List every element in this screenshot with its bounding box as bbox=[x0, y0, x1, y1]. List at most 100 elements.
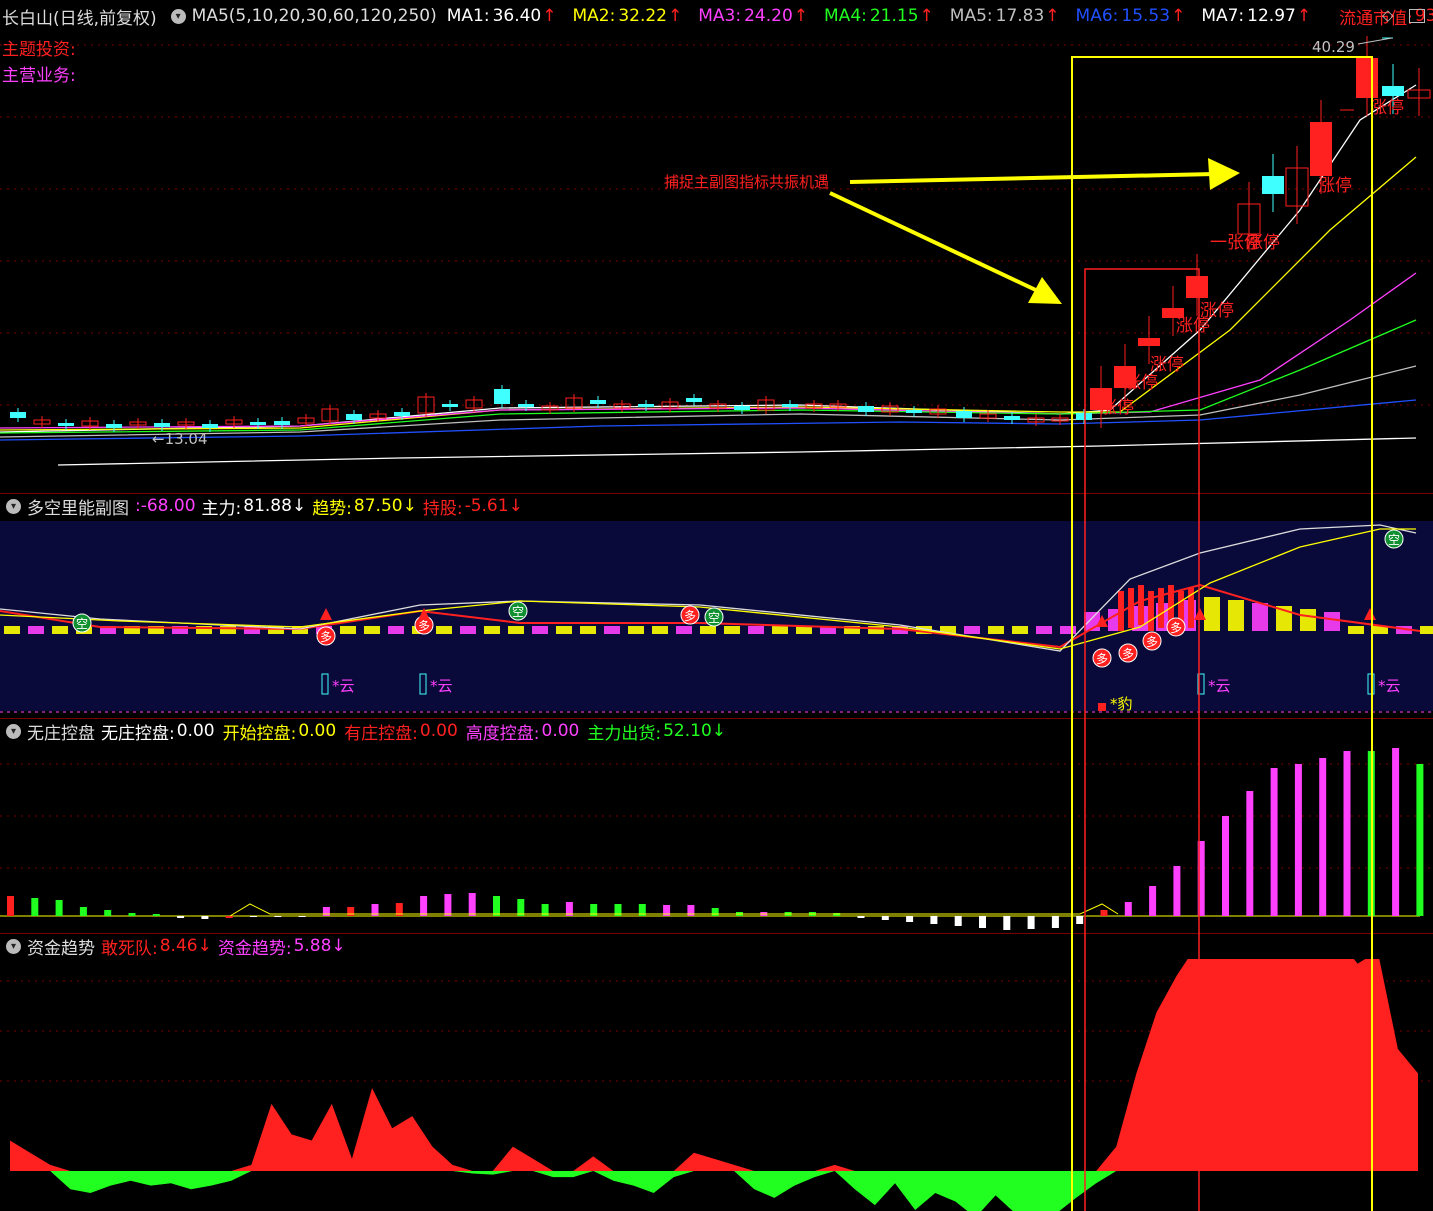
cloud-label: *云 bbox=[1378, 677, 1401, 695]
candle-body bbox=[154, 423, 170, 427]
candle-body bbox=[956, 411, 972, 418]
bar bbox=[930, 916, 938, 924]
bar bbox=[954, 916, 962, 926]
candle-body bbox=[346, 414, 362, 420]
energy-block bbox=[436, 626, 452, 634]
candle-body bbox=[1310, 122, 1332, 176]
energy-block bbox=[1060, 626, 1076, 634]
bar bbox=[1124, 902, 1132, 916]
low-price-label: ←13.04 bbox=[152, 430, 208, 448]
sub1-hold-value: -5.61↓ bbox=[464, 496, 523, 516]
candle-body bbox=[590, 400, 606, 404]
energy-block bbox=[364, 626, 380, 634]
bar bbox=[1343, 751, 1351, 916]
energy-block bbox=[1012, 626, 1028, 634]
bar bbox=[104, 910, 112, 916]
duo-label: 多 bbox=[1122, 647, 1134, 661]
limit-up-label: 涨停 bbox=[1246, 233, 1280, 253]
bar bbox=[322, 907, 330, 916]
bar bbox=[225, 916, 233, 918]
bar bbox=[1246, 791, 1254, 916]
sub2-toggle-icon[interactable]: ▾ bbox=[6, 723, 21, 739]
sub2-bar-chart[interactable] bbox=[0, 744, 1433, 934]
energy-block bbox=[1420, 626, 1433, 634]
energy-block bbox=[580, 626, 596, 634]
limit-up-label: 涨停 bbox=[1318, 176, 1352, 196]
annotation-text: 捕捉主副图指标共振机遇 bbox=[664, 173, 829, 191]
bar bbox=[881, 916, 889, 920]
sub3-fund-label: 资金趋势: bbox=[217, 938, 292, 959]
duo-label: 多 bbox=[1170, 621, 1182, 635]
candle-body bbox=[494, 389, 510, 404]
candle-body bbox=[1356, 58, 1378, 98]
bar bbox=[250, 916, 257, 917]
sub3-title[interactable]: 资金趋势 bbox=[27, 934, 95, 959]
bar bbox=[347, 907, 355, 916]
cloud-label: *云 bbox=[332, 677, 355, 695]
energy-block bbox=[628, 626, 644, 634]
candle-body bbox=[1262, 176, 1284, 194]
candle-body bbox=[1004, 416, 1020, 420]
energy-block bbox=[4, 626, 20, 634]
limit-up-label: 涨停 bbox=[1124, 373, 1158, 393]
bar bbox=[1027, 916, 1035, 929]
sub3-area-chart[interactable] bbox=[0, 959, 1433, 1211]
candle-body bbox=[10, 412, 26, 418]
candle-body bbox=[1186, 276, 1208, 298]
ma-line bbox=[0, 84, 1417, 433]
bar bbox=[128, 913, 136, 916]
candle-body bbox=[394, 412, 410, 416]
bar bbox=[1416, 764, 1424, 916]
bar bbox=[1197, 841, 1205, 916]
sub2-item-label: 高度控盘: bbox=[465, 723, 540, 744]
sub2-header: ▾ 无庄控盘 无庄控盘: 0.00 开始控盘: 0.00 有庄控盘: 0.00 高度控盘: 0… bbox=[0, 718, 734, 744]
sub1-title[interactable]: 多空里能副图 bbox=[27, 494, 129, 519]
bar bbox=[1270, 768, 1278, 916]
energy-block bbox=[28, 626, 44, 634]
bar bbox=[7, 896, 14, 916]
candle-body bbox=[1076, 413, 1092, 420]
energy-block bbox=[1204, 597, 1220, 631]
sub1-toggle-icon[interactable]: ▾ bbox=[6, 498, 21, 514]
candle-body bbox=[518, 404, 534, 407]
sub2-item-value: 0.00 bbox=[176, 721, 215, 741]
sub2-item-label: 主力出货: bbox=[587, 723, 662, 744]
energy-block bbox=[676, 626, 692, 634]
kong-label: 空 bbox=[76, 617, 88, 631]
candle-body bbox=[858, 406, 874, 412]
sub1-v0: :-68.00 bbox=[135, 496, 196, 516]
sub2-title[interactable]: 无庄控盘 bbox=[27, 719, 95, 744]
bar bbox=[1149, 886, 1157, 916]
bar bbox=[517, 899, 525, 916]
energy-block bbox=[604, 626, 620, 634]
cloud-label: *云 bbox=[1208, 677, 1231, 695]
bar bbox=[201, 916, 209, 919]
leopard-marker bbox=[1098, 703, 1106, 711]
energy-block bbox=[1138, 585, 1144, 625]
sub2-item-value: 0.00 bbox=[541, 721, 580, 741]
bar bbox=[1392, 748, 1400, 916]
energy-block bbox=[388, 626, 404, 634]
energy-block bbox=[964, 626, 980, 634]
sub3-header: ▾ 资金趋势 敢死队: 8.46↓ 资金趋势: 5.88↓ bbox=[0, 933, 352, 959]
candle-body bbox=[638, 404, 654, 407]
limit-up-label: 涨停 bbox=[1150, 355, 1184, 375]
main-price-chart[interactable]: 涨停涨停涨停涨停涨停涨停涨停一张停涨停40.29←13.04捕捉主副图指标共振机… bbox=[0, 0, 1433, 494]
bar bbox=[55, 900, 63, 916]
sub1-chart[interactable]: 多多多多 多多多空空 空空*云 *云 *云 *云*豹 bbox=[0, 519, 1433, 719]
limit-up-label: 涨停 bbox=[1100, 398, 1134, 418]
candle-body bbox=[250, 422, 266, 425]
ma-line bbox=[57, 437, 1417, 466]
sub3-toggle-icon[interactable]: ▾ bbox=[6, 938, 21, 954]
kong-label: 空 bbox=[708, 611, 720, 625]
duo-label: 多 bbox=[1096, 652, 1108, 666]
bar bbox=[711, 908, 719, 916]
duo-label: 多 bbox=[418, 619, 430, 633]
candle-body bbox=[1138, 338, 1160, 346]
annotation-arrow bbox=[849, 172, 1216, 184]
bar bbox=[1173, 866, 1181, 916]
bar bbox=[1294, 764, 1302, 916]
energy-block bbox=[220, 626, 236, 634]
candle-body bbox=[274, 421, 290, 425]
energy-block bbox=[484, 626, 500, 634]
